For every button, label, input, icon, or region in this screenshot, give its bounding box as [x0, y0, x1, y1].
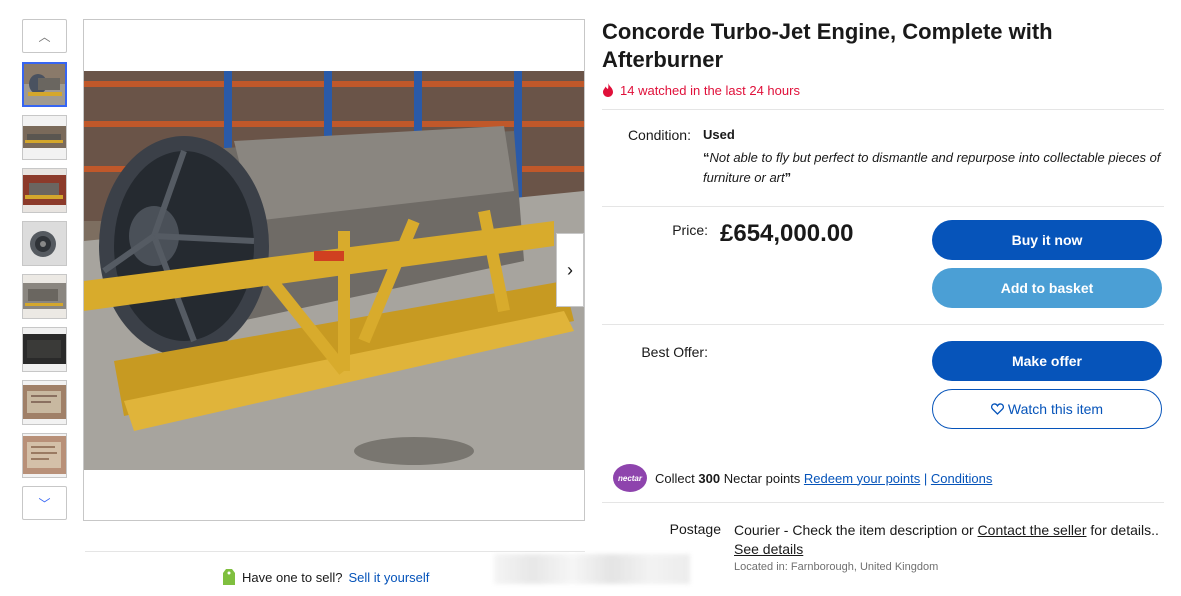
postage-text-before: Courier - Check the item description or	[734, 522, 974, 538]
condition-quote: “Not able to fly but perfect to dismantl…	[702, 150, 1161, 185]
watched-badge: 14 watched in the last 24 hours	[602, 80, 1164, 100]
thumbnail-4[interactable]	[22, 221, 67, 266]
thumbnail-scroll-down-button[interactable]: ﹀	[22, 486, 67, 520]
watched-text: 14 watched in the last 24 hours	[620, 82, 800, 98]
listing-panel: Concorde Turbo-Jet Engine, Complete with…	[602, 18, 1164, 573]
condition-section: Condition: Used “Not able to fly but per…	[602, 110, 1164, 206]
price-label: Price:	[672, 222, 708, 238]
see-details-link[interactable]: See details	[734, 541, 803, 557]
blurred-region	[494, 554, 690, 584]
divider	[602, 502, 1164, 503]
nectar-row: nectar Collect 300 Nectar points Redeem …	[613, 464, 992, 492]
nectar-points: 300	[698, 470, 721, 486]
next-image-button[interactable]: ›	[556, 233, 584, 307]
thumbnail-3[interactable]	[22, 168, 67, 213]
item-location: Located in: Farnborough, United Kingdom	[734, 561, 939, 573]
thumbnail-column: ︿ ﹀	[22, 19, 67, 520]
thumbnail-7[interactable]	[22, 380, 67, 425]
thumbnail-scroll-up-button[interactable]: ︿	[22, 19, 67, 53]
contact-seller-link[interactable]: Contact the seller	[978, 522, 1087, 538]
condition-label: Condition:	[627, 127, 691, 143]
nectar-separator: |	[923, 470, 928, 486]
watch-item-button[interactable]: Watch this item	[932, 389, 1162, 429]
watch-item-label: Watch this item	[1007, 401, 1104, 417]
nectar-conditions-link[interactable]: Conditions	[931, 471, 992, 486]
sell-it-yourself-link[interactable]: Sell it yourself	[348, 570, 429, 585]
thumbnail-list	[22, 62, 67, 478]
chevron-up-icon: ︿	[38, 29, 51, 44]
nectar-collect-suffix: Nectar points	[723, 470, 801, 486]
divider	[602, 324, 1164, 325]
nectar-logo: nectar	[613, 464, 647, 492]
make-offer-button[interactable]: Make offer	[932, 341, 1162, 381]
divider	[85, 551, 585, 552]
thumbnail-2[interactable]	[22, 115, 67, 160]
postage-value: Courier - Check the item description or …	[734, 521, 1164, 559]
main-product-image[interactable]	[84, 71, 584, 470]
listing-title: Concorde Turbo-Jet Engine, Complete with…	[602, 19, 1053, 72]
main-image-viewer: ›	[83, 19, 585, 521]
postage-text-after: for details..	[1090, 522, 1159, 538]
redeem-points-link[interactable]: Redeem your points	[804, 471, 920, 486]
divider	[602, 206, 1164, 207]
price-value: £654,000.00	[720, 220, 854, 247]
tag-icon	[223, 569, 235, 585]
nectar-collect-prefix: Collect	[655, 470, 695, 486]
thumbnail-1[interactable]	[22, 62, 67, 107]
chevron-right-icon: ›	[567, 259, 573, 280]
buy-it-now-button[interactable]: Buy it now	[932, 220, 1162, 260]
fire-icon	[603, 83, 613, 97]
thumbnail-8[interactable]	[22, 433, 67, 478]
sell-prompt: Have one to sell? Sell it yourself	[222, 568, 429, 586]
thumbnail-5[interactable]	[22, 274, 67, 319]
chevron-down-icon: ﹀	[38, 496, 51, 511]
condition-value: Used	[702, 127, 735, 142]
heart-icon	[990, 403, 1004, 415]
postage-label: Postage	[669, 521, 721, 537]
condition-quote-text: Not able to fly but perfect to dismantle…	[702, 150, 1161, 185]
add-to-basket-button[interactable]: Add to basket	[932, 268, 1162, 308]
thumbnail-6[interactable]	[22, 327, 67, 372]
sell-prompt-text: Have one to sell?	[242, 569, 343, 585]
best-offer-label: Best Offer:	[641, 344, 708, 360]
